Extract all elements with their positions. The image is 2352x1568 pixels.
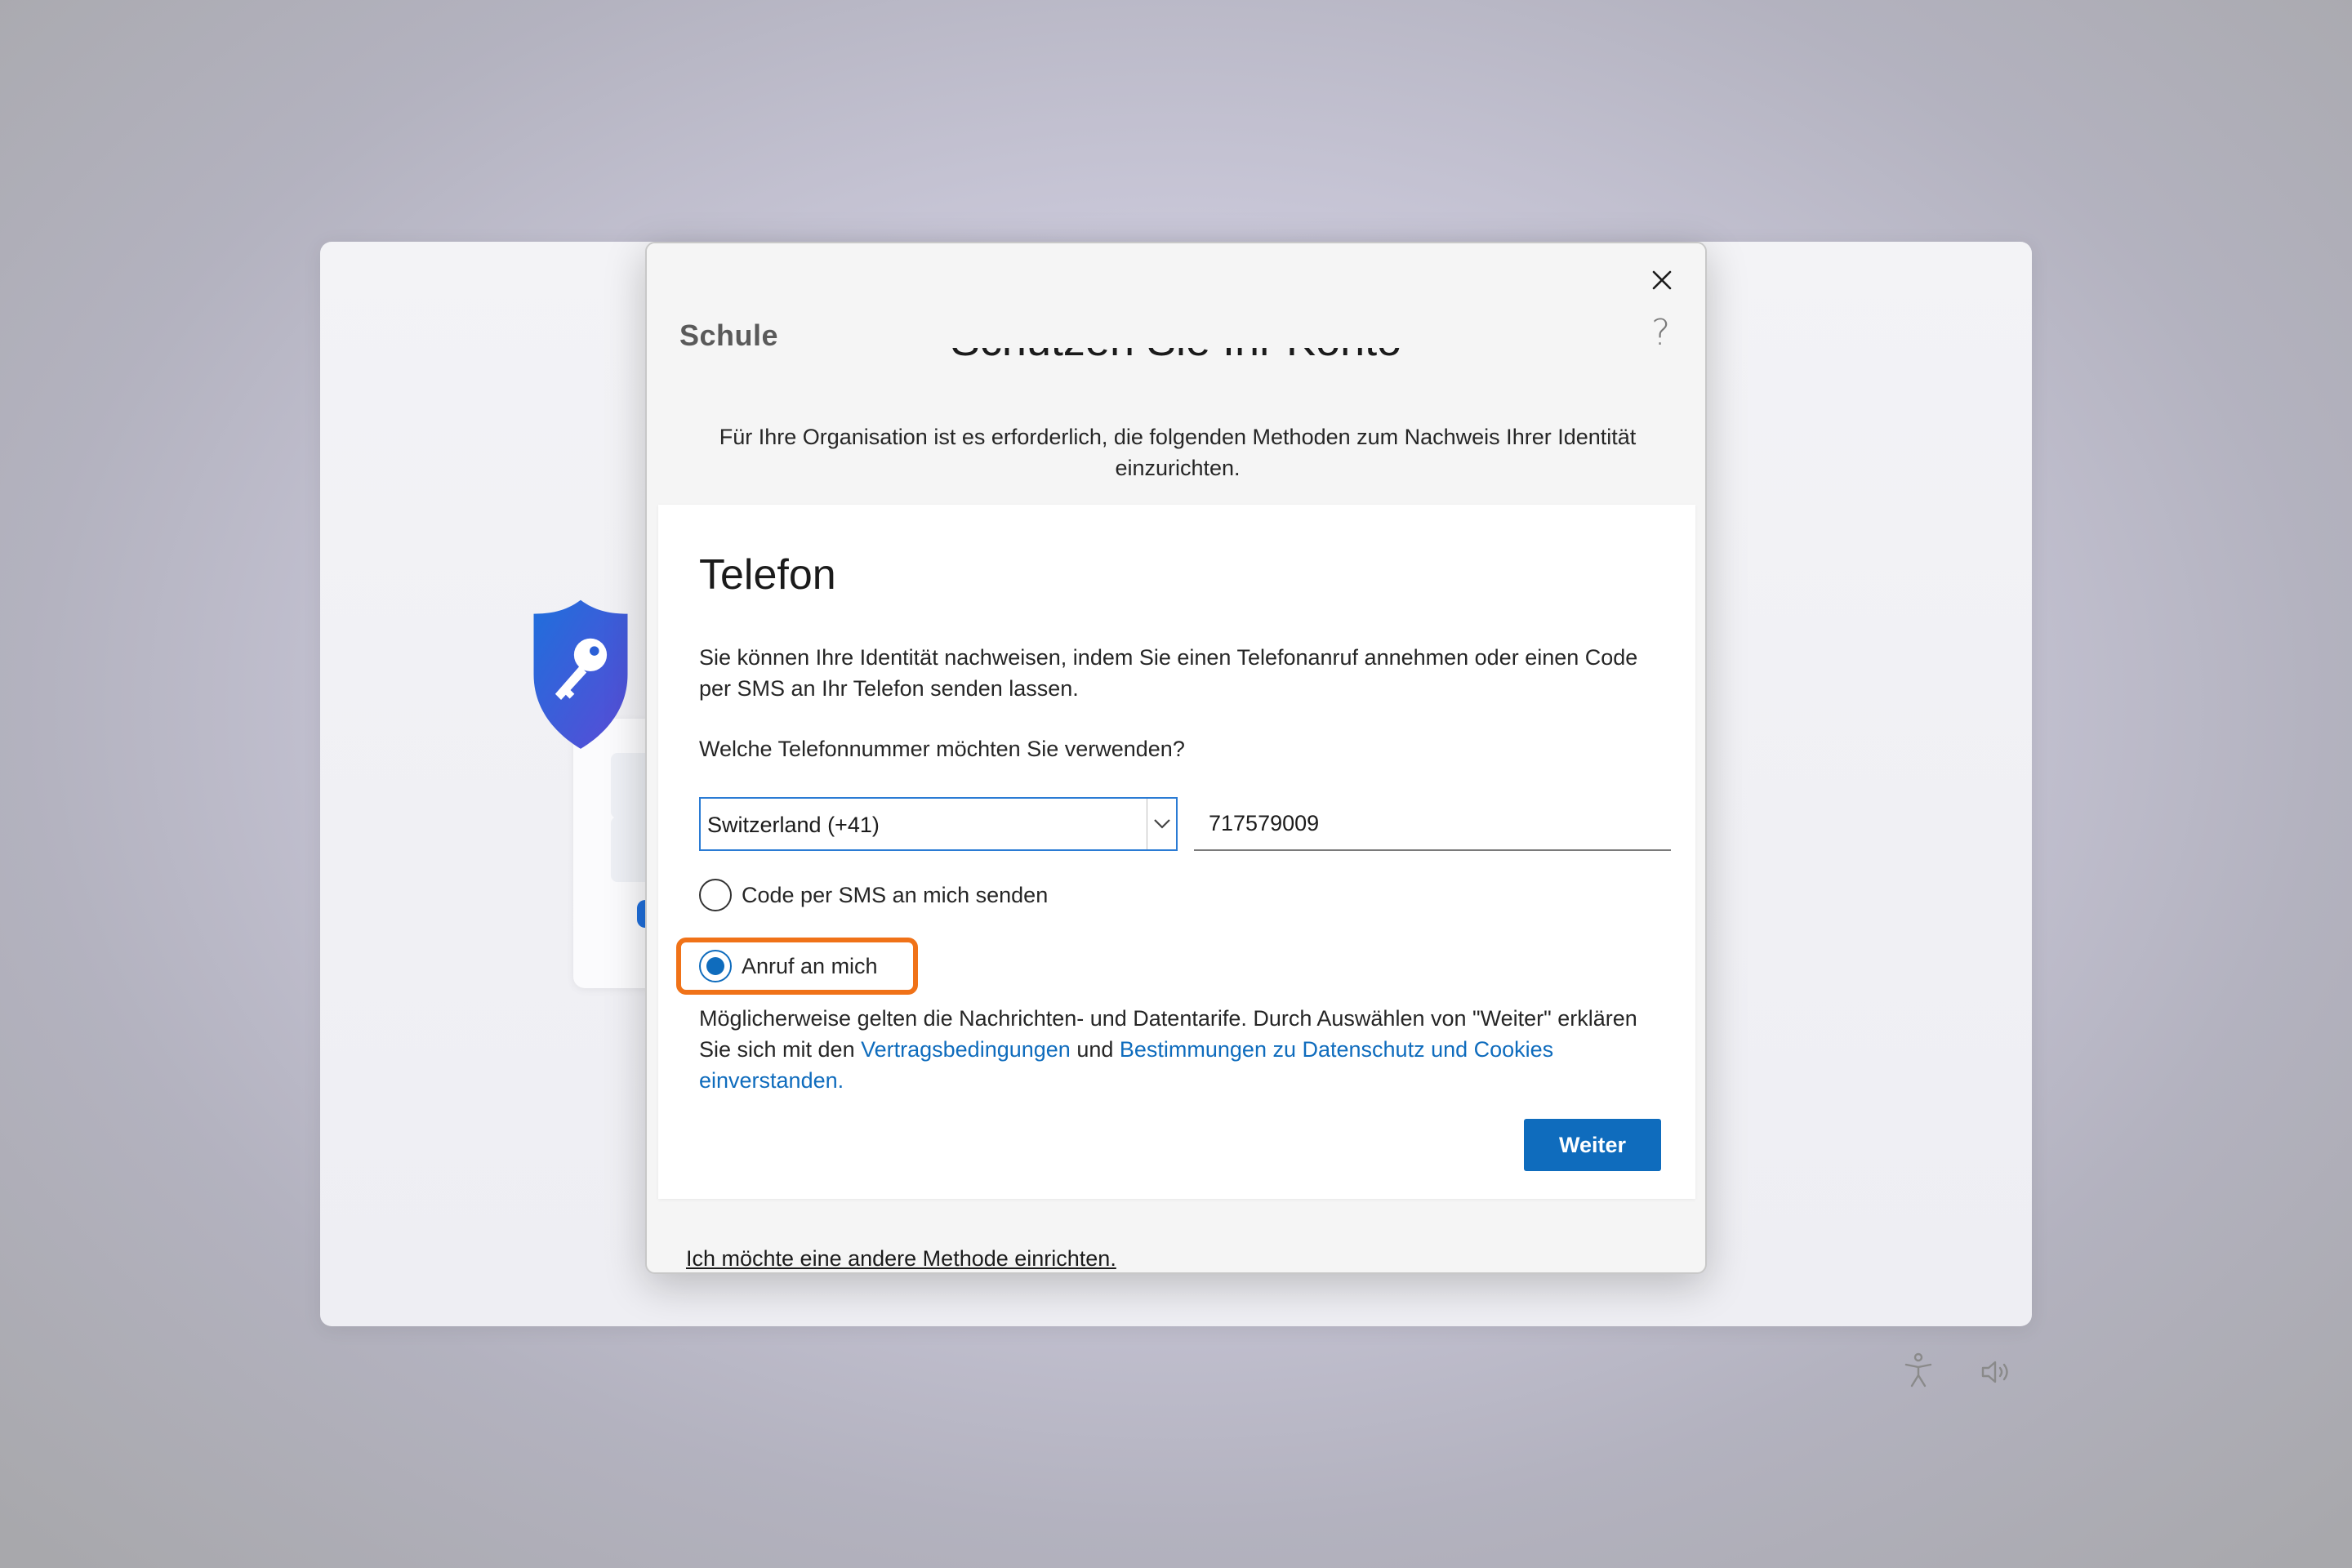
organization-name: Schule xyxy=(679,318,779,352)
radio-call[interactable] xyxy=(699,950,732,982)
setup-dialog: Schützen Sie Ihr Konto Schule ? Für Ihre… xyxy=(645,242,1707,1274)
country-code-select[interactable]: Switzerland (+41) xyxy=(699,797,1178,851)
card-title: Telefon xyxy=(699,551,836,599)
intro-text: Für Ihre Organisation ist es erforderlic… xyxy=(719,425,1637,480)
terms-text: Möglicherweise gelten die Nachrichten- u… xyxy=(699,1003,1638,1096)
next-button[interactable]: Weiter xyxy=(1524,1119,1661,1171)
other-method-link[interactable]: Ich möchte eine andere Methode einrichte… xyxy=(686,1246,1116,1272)
terms-of-use-link[interactable]: Vertragsbedingungen xyxy=(861,1037,1071,1062)
accessibility-icon[interactable] xyxy=(1903,1352,1934,1388)
volume-icon[interactable] xyxy=(1980,1359,2016,1385)
close-button[interactable] xyxy=(1642,260,1682,301)
phone-method-card: Telefon Sie können Ihre Identität nachwe… xyxy=(658,505,1695,1199)
option-call-label: Anruf an mich xyxy=(742,953,878,978)
phone-number-input[interactable] xyxy=(1194,797,1671,851)
country-code-value: Switzerland (+41) xyxy=(707,813,880,837)
help-icon[interactable]: ? xyxy=(1651,312,1670,354)
close-icon xyxy=(1652,270,1672,290)
option-call[interactable]: Anruf an mich xyxy=(699,948,878,984)
option-sms-label: Code per SMS an mich senden xyxy=(742,882,1049,907)
radio-sms[interactable] xyxy=(699,879,732,911)
phone-question: Welche Telefonnummer möchten Sie verwend… xyxy=(699,737,1185,761)
card-description: Sie können Ihre Identität nachweisen, in… xyxy=(699,645,1638,701)
option-sms[interactable]: Code per SMS an mich senden xyxy=(699,877,1048,913)
chevron-down-icon[interactable] xyxy=(1147,799,1176,849)
terms-middle: und xyxy=(1070,1037,1120,1062)
